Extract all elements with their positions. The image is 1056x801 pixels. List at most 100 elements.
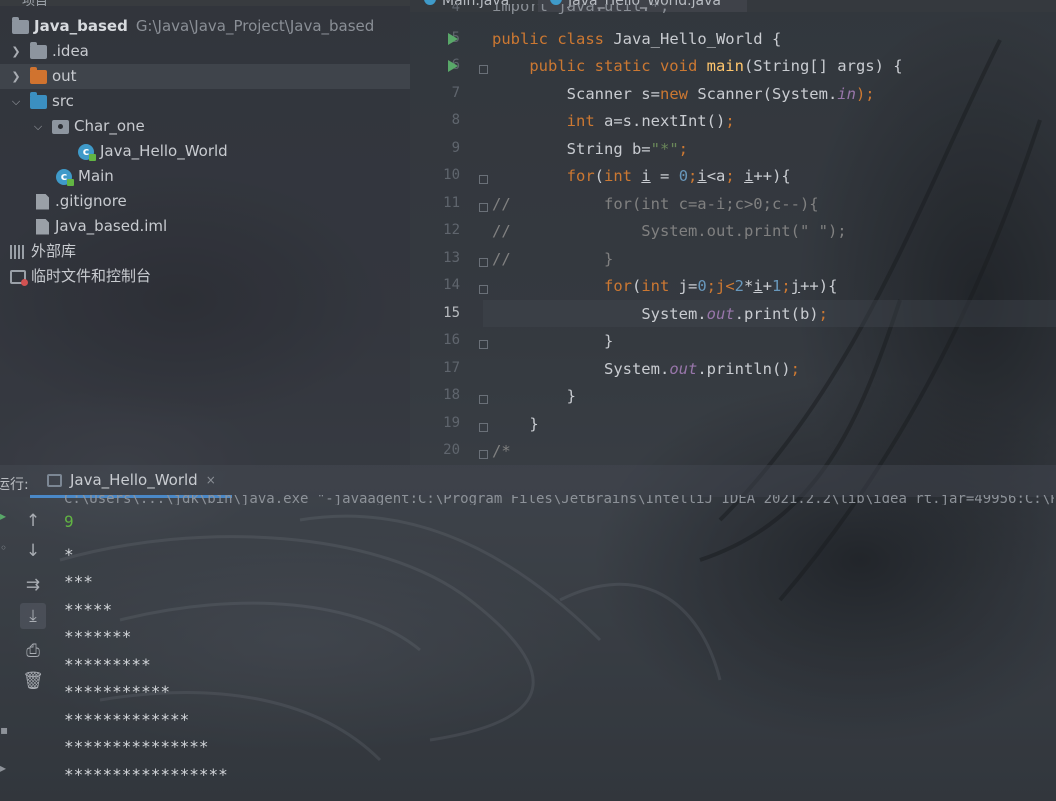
tree-item-label: Main <box>78 167 114 185</box>
tree-item-out[interactable]: ❯ out <box>0 64 410 89</box>
tree-item-main[interactable]: c Main <box>56 164 114 189</box>
fold-marker-icon[interactable] <box>479 423 488 432</box>
java-class-icon: c <box>78 143 96 161</box>
run-tool-window-header: 运行: Java_Hello_World × <box>0 465 1056 498</box>
code-line: for(int i = 0;i<a; i++){ <box>566 167 791 185</box>
tree-item-label: src <box>52 92 74 110</box>
console-icon <box>47 473 62 487</box>
tree-item-label: 临时文件和控制台 <box>31 267 152 285</box>
console-output-line: ***** <box>64 600 113 619</box>
tree-item-src[interactable]: ⌵ src <box>10 89 74 114</box>
run-class-icon[interactable] <box>448 33 458 45</box>
code-line: } <box>529 415 539 433</box>
tree-item-scratches[interactable]: 临时文件和控制台 <box>10 264 151 289</box>
arrow-down-icon[interactable]: ↓ <box>20 538 46 564</box>
line-number: 8 <box>451 112 460 128</box>
code-line-comment: // } <box>492 250 614 268</box>
console-output-line: *********** <box>64 682 170 701</box>
tree-item-label: Java_based <box>34 17 128 35</box>
project-panel-header: 项目 <box>0 0 410 6</box>
tree-item-char-one[interactable]: ⌵ Char_one <box>32 114 145 139</box>
stop-icon[interactable]: ◦ <box>0 541 7 555</box>
code-line-comment: // System.out.print(" "); <box>492 222 847 240</box>
line-number: 13 <box>443 250 460 266</box>
line-number: 18 <box>443 387 460 403</box>
fold-marker-icon[interactable] <box>479 450 488 459</box>
fold-marker-icon[interactable] <box>479 340 488 349</box>
print-icon[interactable]: ⎙ <box>20 638 46 664</box>
chevron-down-icon[interactable]: ⌵ <box>10 95 22 108</box>
console-input-line: 9 <box>64 512 74 531</box>
tree-item-gitignore[interactable]: .gitignore <box>36 189 127 214</box>
line-number: 19 <box>443 415 460 431</box>
tree-item-label: .gitignore <box>55 192 127 210</box>
project-panel: 项目 Java_based G:\Java\Java_Project\Java_… <box>0 0 410 465</box>
line-number-current: 15 <box>443 305 460 321</box>
tree-item-label: 外部库 <box>31 242 77 260</box>
tree-item-java-hello-world[interactable]: c Java_Hello_World <box>78 139 228 164</box>
code-line: public static void main(String[] args) { <box>529 57 903 75</box>
module-folder-icon <box>12 16 29 34</box>
tree-item-java-based[interactable]: Java_based G:\Java\Java_Project\Java_bas… <box>12 14 374 39</box>
line-number: 17 <box>443 360 460 376</box>
tree-item-idea[interactable]: ❯ .idea <box>10 39 89 64</box>
package-icon <box>52 119 69 134</box>
fold-marker-icon[interactable] <box>479 175 488 184</box>
code-line: int a=s.nextInt(); <box>566 112 735 130</box>
pin-icon[interactable]: ▸ <box>0 761 6 775</box>
code-line: Scanner s=new Scanner(System.in); <box>566 85 875 103</box>
line-number: 14 <box>443 277 460 293</box>
code-line-current: System.out.print(b); <box>641 305 828 323</box>
folder-icon <box>30 41 47 59</box>
run-tab-label: Java_Hello_World <box>70 471 198 489</box>
code-line-comment: /* <box>492 442 511 460</box>
line-number: 4 <box>451 4 460 14</box>
code-line: System.out.println(); <box>603 360 800 378</box>
run-command-line: C:\Users\...\jdk\bin\java.exe "-javaagen… <box>64 495 1054 505</box>
code-line: public class Java_Hello_World { <box>492 30 782 48</box>
rerun-icon[interactable]: ▸ <box>0 509 6 523</box>
line-number: 11 <box>443 195 460 211</box>
code-line: for(int j=0;j<2*i+1;j++){ <box>603 277 838 295</box>
code-line: import java.util.*; <box>492 4 670 15</box>
fold-marker-icon[interactable] <box>479 258 488 267</box>
tree-item-label: out <box>52 67 77 85</box>
java-class-icon: c <box>56 168 74 186</box>
line-number: 16 <box>443 332 460 348</box>
fold-marker-icon[interactable] <box>479 395 488 404</box>
soft-wrap-icon[interactable]: ⇉ <box>20 572 46 598</box>
code-editor[interactable]: Main.java Java_Hello_World.java 4 5 6 7 … <box>410 0 1056 465</box>
project-header-label: 项目 <box>22 0 48 6</box>
chevron-right-icon[interactable]: ❯ <box>10 45 22 58</box>
fold-marker-icon[interactable] <box>479 285 488 294</box>
code-line: String b="*"; <box>566 140 688 158</box>
run-config-tab[interactable]: Java_Hello_World × <box>30 465 232 498</box>
fold-marker-icon[interactable] <box>479 203 488 212</box>
module-file-icon <box>36 218 49 235</box>
console-output-line: ***************** <box>64 765 228 784</box>
close-icon[interactable]: × <box>206 473 216 487</box>
code-line: } <box>603 332 614 350</box>
layout-icon[interactable]: ▪ <box>0 723 8 737</box>
scroll-to-end-icon[interactable]: ⤓ <box>20 603 46 629</box>
library-icon <box>10 244 26 259</box>
tree-item-iml[interactable]: Java_based.iml <box>36 214 167 239</box>
run-label: 运行: <box>0 477 29 493</box>
code-line-comment: // for(int c=a-i;c>0;c--){ <box>492 195 819 213</box>
run-main-icon[interactable] <box>448 60 458 72</box>
chevron-down-icon[interactable]: ⌵ <box>32 120 44 133</box>
tree-item-external-libraries[interactable]: 外部库 <box>10 239 76 264</box>
fold-marker-icon[interactable] <box>479 65 488 74</box>
console-output-line: * <box>64 545 74 564</box>
trash-icon[interactable]: 🗑 <box>20 668 46 694</box>
arrow-up-icon[interactable]: ↑ <box>20 508 46 534</box>
console-output-line: ************* <box>64 710 190 729</box>
line-number: 10 <box>443 167 460 183</box>
chevron-right-icon[interactable]: ❯ <box>10 70 22 83</box>
console-output-line: *** <box>64 572 93 591</box>
line-number: 12 <box>443 222 460 238</box>
tree-item-label: .idea <box>52 42 89 60</box>
line-number: 7 <box>451 85 460 101</box>
code-line: } <box>566 387 576 405</box>
output-folder-icon <box>30 66 47 84</box>
